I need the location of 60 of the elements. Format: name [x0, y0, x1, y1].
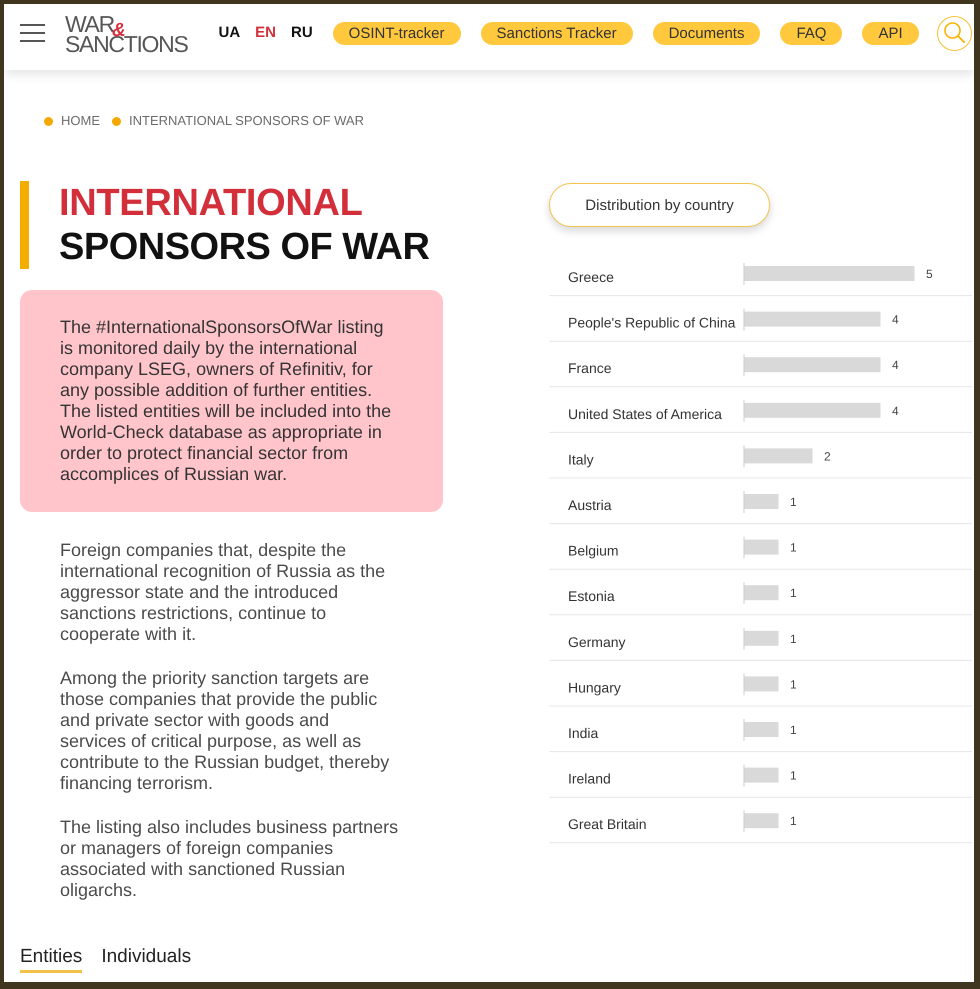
- notice-text: The #InternationalSponsorsOfWar listing is monitored daily by the international company LSEG, owners of Refinitiv, for any possible addition of further entities. The listed entities will be included into the World-Check database as appropriate in order to protect financial sector from accomplices of Russian war.: [60, 317, 392, 485]
- nav-button[interactable]: Documents: [652, 22, 760, 44]
- value-label: 1: [790, 814, 797, 828]
- country-label: People's Republic of China: [568, 314, 736, 331]
- page-title: SPONSORS OF WAR: [59, 225, 430, 269]
- language-link[interactable]: EN: [255, 24, 276, 42]
- bar: [744, 540, 778, 555]
- breadcrumb-current: INTERNATIONAL SPONSORS OF WAR: [129, 113, 364, 129]
- description-paragraph: Foreign companies that, despite the international recognition of Russia as the aggressor state and the introduced sanctions restrictions, continue to cooperate with it.: [60, 540, 386, 645]
- value-label: 5: [926, 267, 933, 281]
- bar: [744, 448, 812, 464]
- value-label: 1: [790, 632, 797, 646]
- value-label: 4: [892, 404, 899, 418]
- country-label: Ireland: [568, 770, 611, 787]
- value-label: 1: [790, 768, 797, 783]
- breadcrumb-link[interactable]: HOME: [61, 113, 100, 129]
- country-label: Austria: [568, 497, 612, 513]
- tab[interactable]: Entities: [20, 945, 82, 973]
- menu-button[interactable]: [20, 24, 45, 42]
- value-label: 4: [892, 358, 899, 372]
- language-link[interactable]: RU: [291, 24, 313, 42]
- country-label: Belgium: [568, 542, 619, 559]
- country-label: Germany: [568, 634, 626, 650]
- country-label: Italy: [568, 451, 594, 468]
- nav-button[interactable]: OSINT-tracker: [332, 22, 461, 44]
- dot-icon: [44, 116, 53, 126]
- bar: [744, 630, 778, 646]
- value-label: 2: [824, 449, 831, 464]
- country-label: United States of America: [568, 406, 722, 422]
- country-label: India: [568, 725, 598, 741]
- value-label: 1: [790, 495, 797, 509]
- nav-button[interactable]: Sanctions Tracker: [480, 22, 633, 44]
- country-label: Greece: [568, 269, 614, 285]
- nav-button[interactable]: API: [862, 22, 919, 44]
- country-label: Hungary: [568, 679, 621, 696]
- language-link[interactable]: UA: [218, 24, 240, 42]
- value-label: 1: [790, 723, 797, 737]
- value-label: 4: [892, 312, 899, 327]
- value-label: 1: [790, 586, 797, 600]
- description-paragraph: Among the priority sanction targets are those companies that provide the public and private sector with goods and services of critical purpose, as well as contribute to the Russian budget, thereby financing terrorism.: [60, 668, 390, 794]
- bar: [744, 813, 778, 828]
- bar: [744, 676, 778, 692]
- menu-icon: [20, 24, 45, 42]
- bar: [744, 768, 778, 783]
- country-label: France: [568, 360, 612, 376]
- nav-button[interactable]: FAQ: [780, 22, 842, 44]
- dot-icon: [112, 116, 121, 126]
- distribution-button[interactable]: Distribution by country: [549, 183, 770, 227]
- country-label: Estonia: [568, 588, 615, 604]
- bar: [744, 585, 778, 600]
- logo-link[interactable]: WAR& SANCTIONS: [65, 12, 188, 54]
- bar: [744, 494, 778, 509]
- tab[interactable]: Individuals: [101, 945, 192, 973]
- search-icon: [944, 22, 964, 42]
- description-paragraph: The listing also includes business partners or managers of foreign companies associated with sanctioned Russian oligarchs.: [60, 817, 398, 901]
- bar: [744, 722, 778, 737]
- value-label: 1: [790, 677, 797, 692]
- page-title: INTERNATIONAL: [59, 181, 364, 225]
- country-label: Great Britain: [568, 816, 646, 832]
- value-label: 1: [790, 540, 797, 555]
